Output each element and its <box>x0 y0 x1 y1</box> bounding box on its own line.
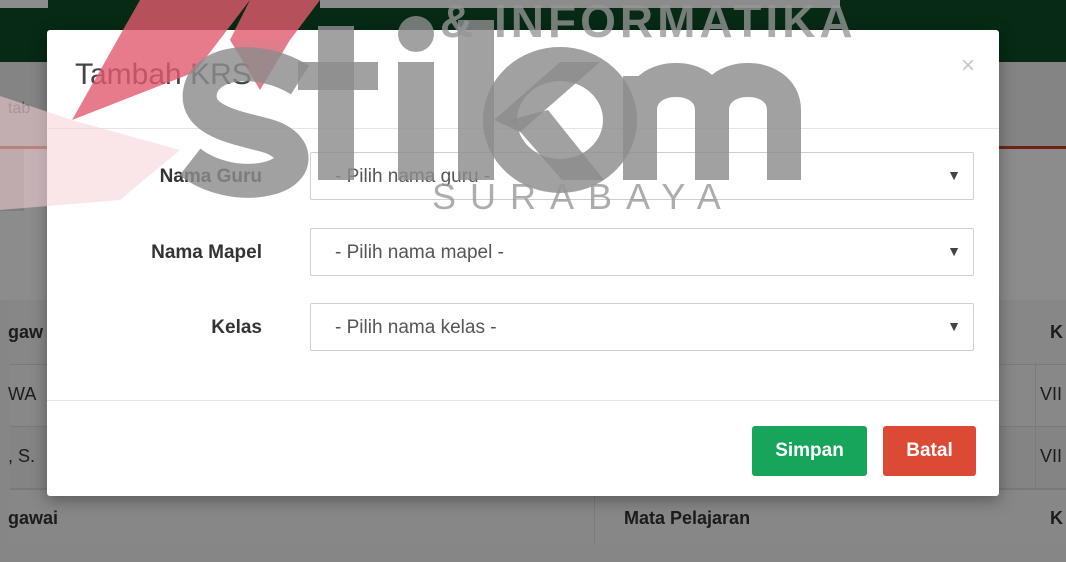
nama-mapel-select-value: - Pilih nama mapel - <box>335 242 504 263</box>
nama-guru-select[interactable]: - Pilih nama guru - ▼ <box>310 152 974 200</box>
chevron-down-icon: ▼ <box>947 243 961 259</box>
kelas-select[interactable]: - Pilih nama kelas - ▼ <box>310 303 974 351</box>
nama-guru-select-value: - Pilih nama guru - <box>335 166 491 187</box>
modal-header: Tambah KRS × <box>47 30 999 129</box>
form-row-nama-mapel: Nama Mapel - Pilih nama mapel - ▼ <box>47 228 999 278</box>
cancel-button[interactable]: Batal <box>883 426 976 476</box>
chevron-down-icon: ▼ <box>947 167 961 183</box>
nama-guru-label: Nama Guru <box>159 166 262 187</box>
kelas-select-value: - Pilih nama kelas - <box>335 317 497 338</box>
form-row-nama-guru: Nama Guru - Pilih nama guru - ▼ <box>47 152 999 202</box>
nama-mapel-label: Nama Mapel <box>151 242 262 263</box>
close-icon[interactable]: × <box>961 52 975 80</box>
save-button[interactable]: Simpan <box>752 426 867 476</box>
nama-mapel-select[interactable]: - Pilih nama mapel - ▼ <box>310 228 974 276</box>
modal-footer: Simpan Batal <box>47 400 999 497</box>
form-row-kelas: Kelas - Pilih nama kelas - ▼ <box>47 303 999 353</box>
tambah-krs-modal: Tambah KRS × Nama Guru - Pilih nama guru… <box>47 30 999 496</box>
chevron-down-icon: ▼ <box>947 318 961 334</box>
kelas-label: Kelas <box>211 317 262 338</box>
modal-title: Tambah KRS <box>75 58 252 91</box>
